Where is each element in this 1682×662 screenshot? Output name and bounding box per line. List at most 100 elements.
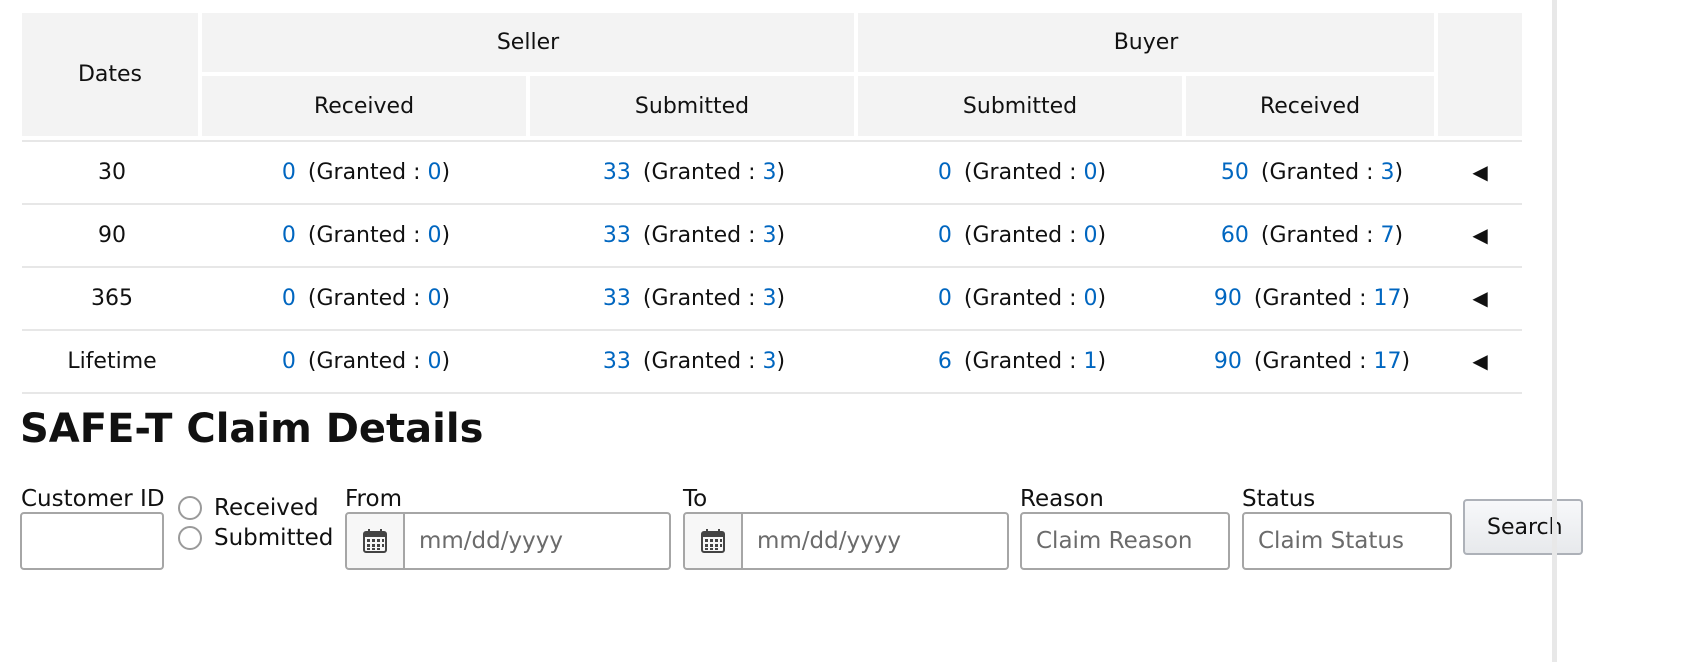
count-link[interactable]: 33: [603, 349, 631, 374]
reason-field[interactable]: [1022, 514, 1228, 568]
reason-field-wrapper: [1020, 512, 1230, 570]
caret-left-icon[interactable]: ◀: [1472, 286, 1487, 310]
to-date-field[interactable]: [743, 514, 1007, 568]
buyer-received-cell: 90 (Granted : 17): [1186, 331, 1439, 394]
granted-prefix: (Granted :: [1260, 160, 1381, 185]
radio-received[interactable]: [178, 496, 202, 520]
radio-received-option[interactable]: Received: [178, 495, 319, 521]
granted-suffix: ): [1097, 286, 1107, 311]
granted-prefix: (Granted :: [307, 286, 428, 311]
granted-link[interactable]: 0: [1084, 160, 1098, 185]
granted-link[interactable]: 17: [1374, 286, 1402, 311]
granted-link[interactable]: 3: [1381, 160, 1395, 185]
header-dates: Dates: [22, 13, 202, 140]
radio-submitted-option[interactable]: Submitted: [178, 525, 333, 551]
count-link[interactable]: 60: [1221, 223, 1249, 248]
from-date-field[interactable]: [405, 514, 669, 568]
caret-left-icon[interactable]: ◀: [1472, 223, 1487, 247]
clipped-top-text: [0, 0, 1682, 6]
status-label: Status: [1242, 486, 1316, 512]
granted-suffix: ): [441, 160, 451, 185]
granted-link[interactable]: 7: [1381, 223, 1395, 248]
seller-submitted-cell: 33 (Granted : 3): [530, 268, 858, 331]
count-link[interactable]: 33: [603, 223, 631, 248]
status-field[interactable]: [1244, 514, 1450, 568]
granted-link[interactable]: 3: [763, 349, 777, 374]
granted-prefix: (Granted :: [307, 223, 428, 248]
search-button[interactable]: Search: [1463, 499, 1583, 555]
claims-summary-table: Dates Seller Buyer Received Submitted Su…: [22, 13, 1523, 394]
seller-received-cell: 0 (Granted : 0): [202, 268, 530, 331]
granted-link[interactable]: 3: [763, 223, 777, 248]
count-link[interactable]: 0: [282, 223, 296, 248]
radio-received-label: Received: [214, 495, 319, 521]
granted-link[interactable]: 0: [428, 223, 442, 248]
header-buyer-submitted: Submitted: [858, 76, 1186, 140]
buyer-submitted-cell: 0 (Granted : 0): [858, 140, 1186, 205]
count-link[interactable]: 6: [938, 349, 952, 374]
buyer-received-cell: 50 (Granted : 3): [1186, 140, 1439, 205]
count-link[interactable]: 0: [282, 160, 296, 185]
row-toggle-cell: ◀: [1438, 140, 1523, 205]
count-link[interactable]: 0: [282, 349, 296, 374]
seller-submitted-cell: 33 (Granted : 3): [530, 140, 858, 205]
granted-link[interactable]: 3: [763, 160, 777, 185]
granted-link[interactable]: 0: [428, 160, 442, 185]
granted-prefix: (Granted :: [642, 286, 763, 311]
count-link[interactable]: 0: [282, 286, 296, 311]
radio-submitted[interactable]: [178, 526, 202, 550]
caret-left-icon[interactable]: ◀: [1472, 160, 1487, 184]
seller-received-cell: 0 (Granted : 0): [202, 205, 530, 268]
radio-submitted-label: Submitted: [214, 525, 334, 551]
buyer-received-cell: 60 (Granted : 7): [1186, 205, 1439, 268]
granted-suffix: ): [776, 286, 786, 311]
from-date-field-wrapper: [345, 512, 671, 570]
granted-link[interactable]: 17: [1374, 349, 1402, 374]
count-link[interactable]: 90: [1214, 286, 1242, 311]
count-link[interactable]: 50: [1221, 160, 1249, 185]
granted-suffix: ): [776, 160, 786, 185]
count-link[interactable]: 33: [603, 160, 631, 185]
granted-suffix: ): [1097, 349, 1107, 374]
granted-suffix: ): [776, 349, 786, 374]
granted-prefix: (Granted :: [963, 223, 1084, 248]
seller-received-cell: 0 (Granted : 0): [202, 331, 530, 394]
granted-link[interactable]: 3: [763, 286, 777, 311]
granted-prefix: (Granted :: [642, 223, 763, 248]
period-cell: Lifetime: [22, 331, 202, 394]
granted-prefix: (Granted :: [1253, 349, 1374, 374]
granted-link[interactable]: 0: [1084, 223, 1098, 248]
count-link[interactable]: 0: [938, 286, 952, 311]
count-link[interactable]: 0: [938, 223, 952, 248]
table-row: 30 0 (Granted : 0) 33 (Granted : 3) 0 (Gran…: [22, 140, 1523, 205]
to-label: To: [683, 486, 708, 512]
calendar-icon[interactable]: [347, 514, 405, 568]
granted-link[interactable]: 1: [1084, 349, 1098, 374]
granted-suffix: ): [1097, 223, 1107, 248]
count-link[interactable]: 33: [603, 286, 631, 311]
calendar-icon[interactable]: [685, 514, 743, 568]
header-seller: Seller: [202, 13, 858, 76]
header-buyer: Buyer: [858, 13, 1439, 76]
granted-suffix: ): [1394, 223, 1404, 248]
granted-suffix: ): [441, 349, 451, 374]
period-cell: 365: [22, 268, 202, 331]
granted-prefix: (Granted :: [642, 349, 763, 374]
caret-left-icon[interactable]: ◀: [1472, 349, 1487, 373]
granted-suffix: ): [1097, 160, 1107, 185]
granted-link[interactable]: 0: [1084, 286, 1098, 311]
period-cell: 90: [22, 205, 202, 268]
status-field-wrapper: [1242, 512, 1452, 570]
table-row: 365 0 (Granted : 0) 33 (Granted : 3) 0 (Gra…: [22, 268, 1523, 331]
section-title: SAFE-T Claim Details: [20, 406, 484, 452]
row-toggle-cell: ◀: [1438, 268, 1523, 331]
granted-link[interactable]: 0: [428, 286, 442, 311]
customer-id-field[interactable]: [22, 514, 162, 568]
granted-suffix: ): [1401, 349, 1411, 374]
count-link[interactable]: 0: [938, 160, 952, 185]
count-link[interactable]: 90: [1214, 349, 1242, 374]
granted-link[interactable]: 0: [428, 349, 442, 374]
granted-suffix: ): [441, 286, 451, 311]
granted-prefix: (Granted :: [307, 349, 428, 374]
vertical-scrollbar[interactable]: [1552, 0, 1557, 662]
